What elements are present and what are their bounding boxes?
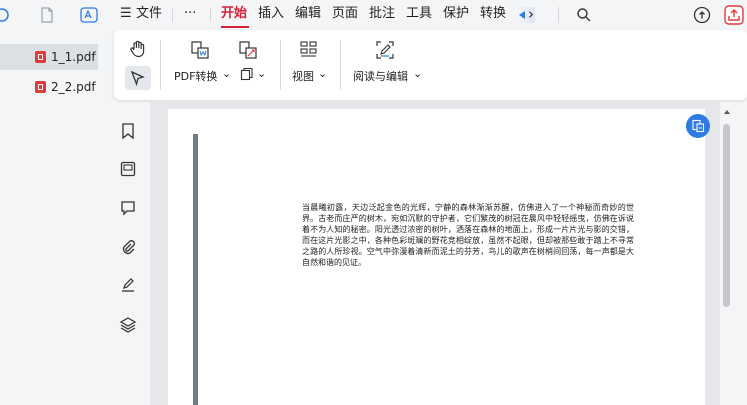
file-item[interactable]: 1_1.pdf — [0, 44, 98, 70]
layers-icon[interactable] — [119, 316, 137, 334]
scrollbar-thumb[interactable] — [723, 124, 730, 307]
menu-divider — [558, 7, 559, 23]
chevron-down-icon: ⌄ — [222, 67, 232, 80]
tab-annotate[interactable]: 批注 — [369, 0, 395, 28]
ribbon-divider — [280, 40, 281, 90]
floating-convert-button[interactable] — [686, 114, 710, 138]
tab-protect[interactable]: 保护 — [443, 0, 469, 28]
tab-insert[interactable]: 插入 — [258, 0, 284, 28]
tab-home[interactable]: 开始 — [221, 0, 247, 28]
search-icon[interactable] — [574, 5, 594, 25]
ribbon-toolbar: PDF转换 ⌄ ⌄ 视图 ⌄ 阅读与编辑 ⌄ — [114, 30, 747, 100]
ribbon-divider — [160, 40, 161, 90]
page-margin-bar — [193, 134, 198, 405]
comment-icon[interactable] — [119, 199, 137, 217]
file-name: 1_1.pdf — [51, 50, 96, 64]
copy-icon — [240, 67, 253, 81]
pdf-file-icon — [35, 51, 46, 63]
document-paragraph[interactable]: 当晨曦初露，天边泛起金色的光辉，宁静的森林渐渐苏醒，仿佛进入了一个神秘而奇妙的世… — [302, 202, 634, 268]
read-edit-button[interactable]: 阅读与编辑 ⌄ — [353, 40, 425, 92]
cloud-upload-icon[interactable] — [692, 5, 712, 25]
menu-more[interactable]: ··· — [184, 0, 196, 28]
file-item[interactable]: 2_2.pdf — [0, 74, 98, 100]
file-convert-icon — [239, 41, 257, 59]
share-icon[interactable] — [722, 3, 746, 27]
thumbnail-icon[interactable] — [119, 160, 137, 178]
scroll-up-arrow-icon[interactable] — [722, 108, 732, 116]
tab-page[interactable]: 页面 — [332, 0, 358, 28]
menu-hamburger[interactable]: ☰ — [120, 0, 132, 28]
attachment-icon[interactable] — [119, 238, 137, 256]
read-edit-label: 阅读与编辑 — [353, 70, 408, 83]
select-tool-button[interactable] — [125, 66, 151, 90]
menu-divider — [210, 8, 211, 22]
file-name: 2_2.pdf — [51, 80, 96, 94]
menu-divider — [172, 8, 173, 22]
triangle-right-icon — [519, 11, 525, 19]
menu-file[interactable]: 文件 — [136, 0, 162, 28]
top-menu-bar: ☰ 文件 ··· 开始 插入 编辑 页面 批注 工具 保护 转换 › — [0, 0, 747, 30]
hand-icon — [130, 40, 145, 58]
view-button[interactable]: 视图 ⌄ — [292, 40, 332, 92]
bookmark-icon[interactable] — [119, 122, 137, 140]
chevron-down-icon: ⌄ — [413, 67, 423, 80]
tab-scroll-button[interactable]: › — [517, 5, 543, 24]
pdf-convert-label: PDF转换 — [174, 70, 218, 83]
tab-tools[interactable]: 工具 — [406, 0, 432, 28]
tab-edit[interactable]: 编辑 — [295, 0, 321, 28]
ribbon-divider — [340, 40, 341, 90]
document-icon[interactable] — [37, 5, 57, 25]
chevron-down-icon: ⌄ — [257, 67, 267, 80]
pdf-file-icon — [35, 81, 46, 93]
signature-icon[interactable] — [119, 276, 137, 294]
edit-frame-icon — [376, 41, 394, 59]
hand-tool-button[interactable] — [128, 39, 150, 59]
translate-icon[interactable] — [79, 5, 99, 25]
cursor-arrow-icon — [130, 70, 145, 86]
view-label: 视图 — [292, 70, 314, 83]
convert-options-button[interactable]: ⌄ — [238, 40, 272, 92]
convert-document-icon — [692, 119, 705, 133]
chevron-right-icon: › — [528, 5, 534, 23]
tab-convert[interactable]: 转换 — [480, 0, 506, 28]
active-tab-indicator — [221, 26, 249, 28]
circle-icon[interactable] — [0, 5, 12, 25]
grid-view-icon — [300, 41, 317, 57]
pdf-convert-button[interactable]: PDF转换 ⌄ — [174, 40, 244, 92]
pdf-to-word-icon — [191, 41, 209, 59]
chevron-down-icon: ⌄ — [318, 67, 328, 80]
